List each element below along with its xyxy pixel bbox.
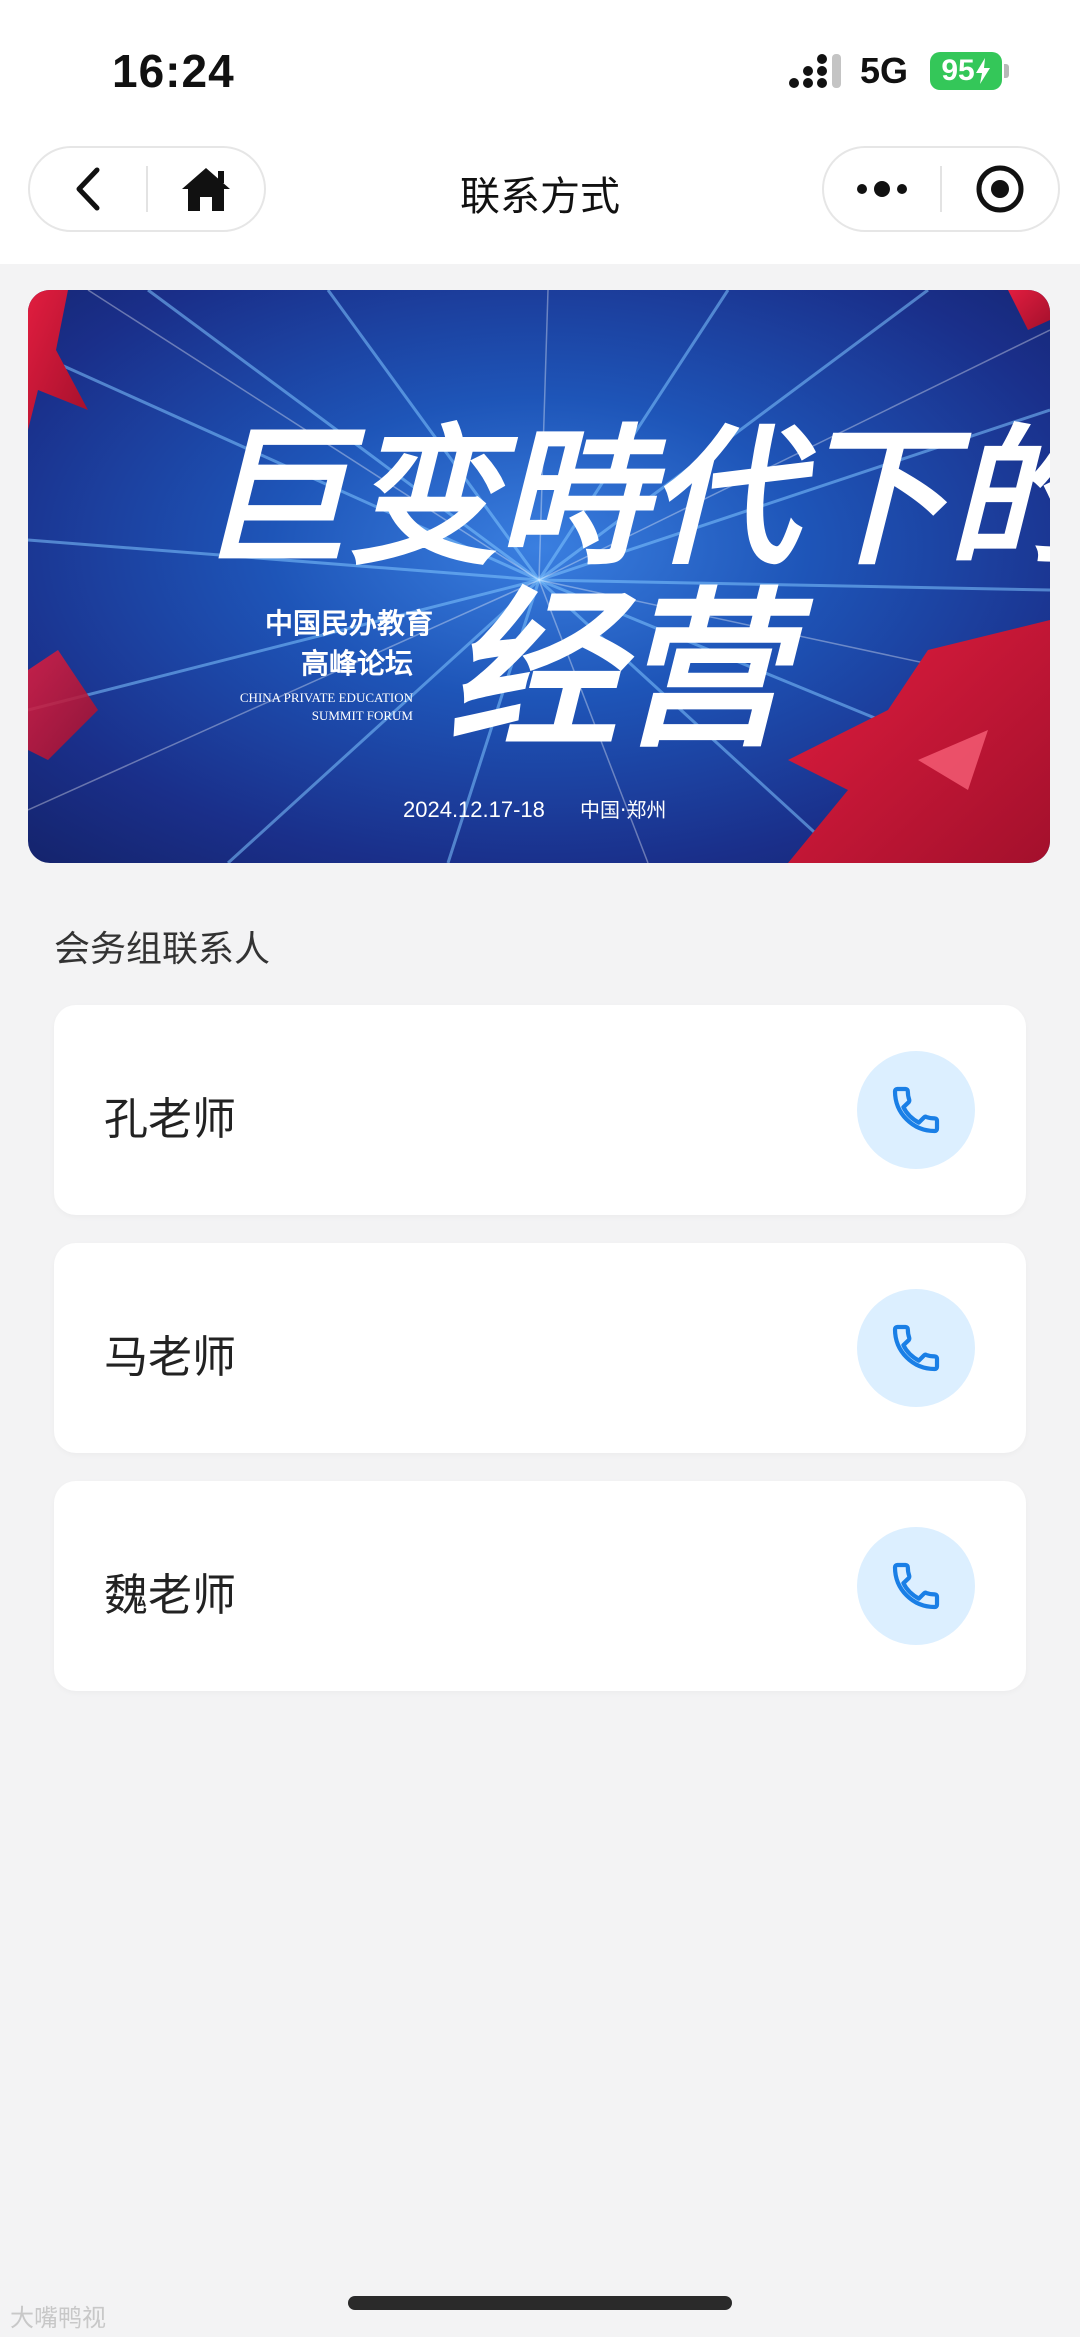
- banner-event-cn-2: 高峰论坛: [301, 647, 413, 680]
- watermark-text: 大嘴鸭视: [10, 2304, 106, 2332]
- more-dots-icon: [857, 181, 907, 197]
- section-title: 会务组联系人: [54, 929, 271, 970]
- battery-level: 95: [941, 54, 975, 87]
- watermark: 大嘴鸭视: [10, 2298, 106, 2333]
- banner-event-cn-1: 中国民办教育: [265, 607, 433, 640]
- phone-icon: [892, 1324, 940, 1372]
- signal-icon: [789, 54, 841, 88]
- charging-icon: [975, 58, 990, 84]
- banner-event-en-1: CHINA PRIVATE EDUCATION: [240, 690, 414, 705]
- home-button[interactable]: [148, 148, 264, 230]
- contact-name: 魏老师: [104, 1570, 236, 1621]
- battery-tip: [1004, 64, 1009, 78]
- banner-location: 中国·郑州: [580, 798, 666, 822]
- banner-headline-2: 经营: [448, 571, 814, 771]
- banner-headline-1: 巨变時代下的: [198, 410, 1050, 586]
- nav-bar: 联系方式: [0, 140, 1080, 264]
- more-button[interactable]: [824, 148, 940, 230]
- status-bar: 16:24 5G 95: [0, 0, 1080, 140]
- contact-card: 魏老师: [54, 1481, 1026, 1691]
- chevron-left-icon: [76, 167, 100, 211]
- phone-icon: [892, 1086, 940, 1134]
- close-miniapp-button[interactable]: [942, 148, 1058, 230]
- home-indicator[interactable]: [348, 2296, 732, 2310]
- banner-date: 2024.12.17-18: [403, 797, 545, 822]
- contact-card: 孔老师: [54, 1005, 1026, 1215]
- nav-capsule-right: [822, 146, 1060, 232]
- contact-card: 马老师: [54, 1243, 1026, 1453]
- contact-name: 孔老师: [104, 1094, 236, 1145]
- home-icon: [181, 168, 230, 211]
- call-button[interactable]: [857, 1289, 975, 1407]
- event-banner[interactable]: 巨变時代下的 经营 中国民办教育 高峰论坛 CHINA PRIVATE EDUC…: [28, 290, 1050, 863]
- phone-icon: [892, 1562, 940, 1610]
- status-time: 16:24: [112, 45, 235, 97]
- back-button[interactable]: [30, 148, 146, 230]
- contact-name: 马老师: [104, 1332, 236, 1383]
- banner-artwork: 巨变時代下的 经营 中国民办教育 高峰论坛 CHINA PRIVATE EDUC…: [28, 290, 1050, 863]
- call-button[interactable]: [857, 1051, 975, 1169]
- nav-capsule-left: [28, 146, 266, 232]
- target-circle-icon: [976, 165, 1024, 213]
- page-title: 联系方式: [460, 174, 620, 220]
- network-label: 5G: [860, 50, 909, 91]
- banner-event-en-2: SUMMIT FORUM: [312, 708, 414, 723]
- call-button[interactable]: [857, 1527, 975, 1645]
- battery-indicator: 95: [930, 52, 1002, 90]
